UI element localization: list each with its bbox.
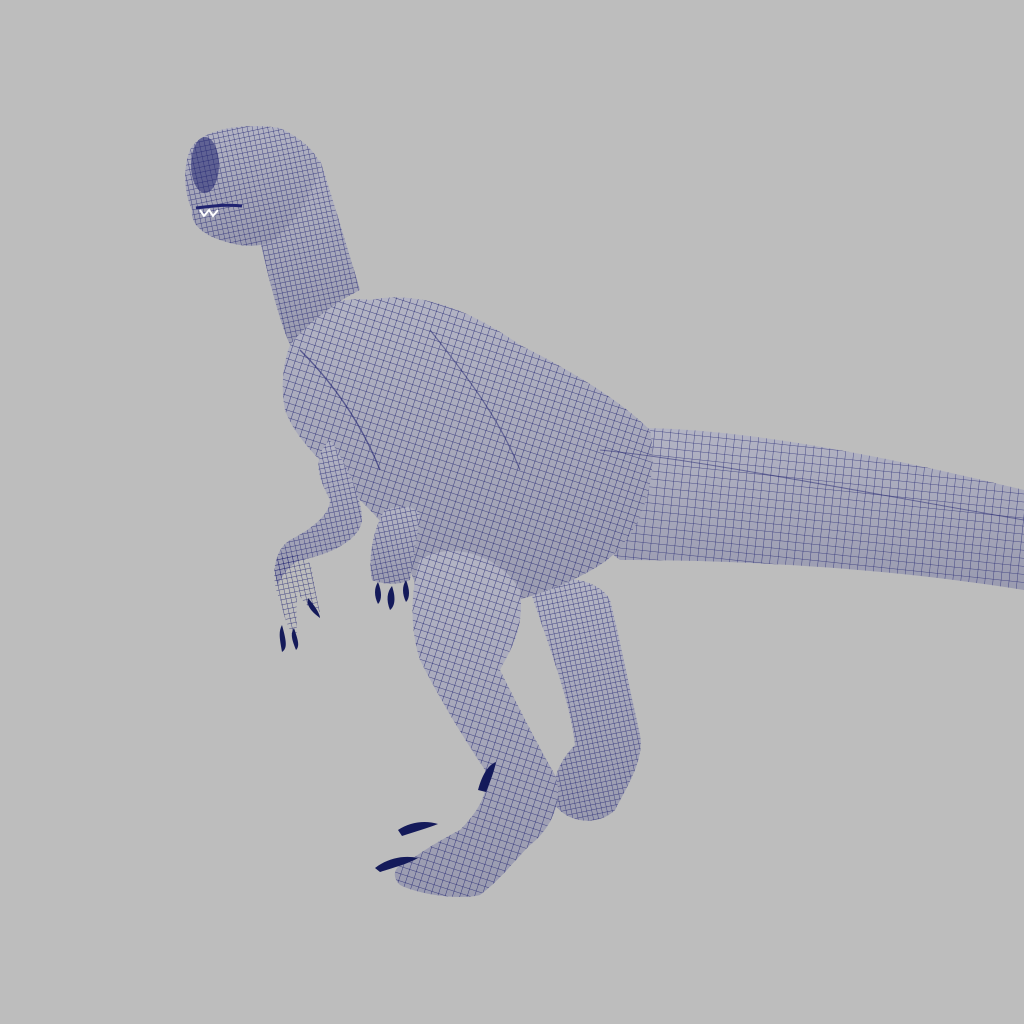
claw-near-2 <box>291 628 299 650</box>
toe-claw-upper <box>398 822 438 836</box>
claw-far-2 <box>387 586 395 610</box>
claw-near-1 <box>279 625 286 652</box>
claw-far-3 <box>403 580 409 602</box>
eye-socket <box>191 137 219 193</box>
3d-viewport[interactable] <box>0 0 1024 1024</box>
claw-far-1 <box>375 582 381 604</box>
wireframe-model-canvas[interactable] <box>0 0 1024 1024</box>
